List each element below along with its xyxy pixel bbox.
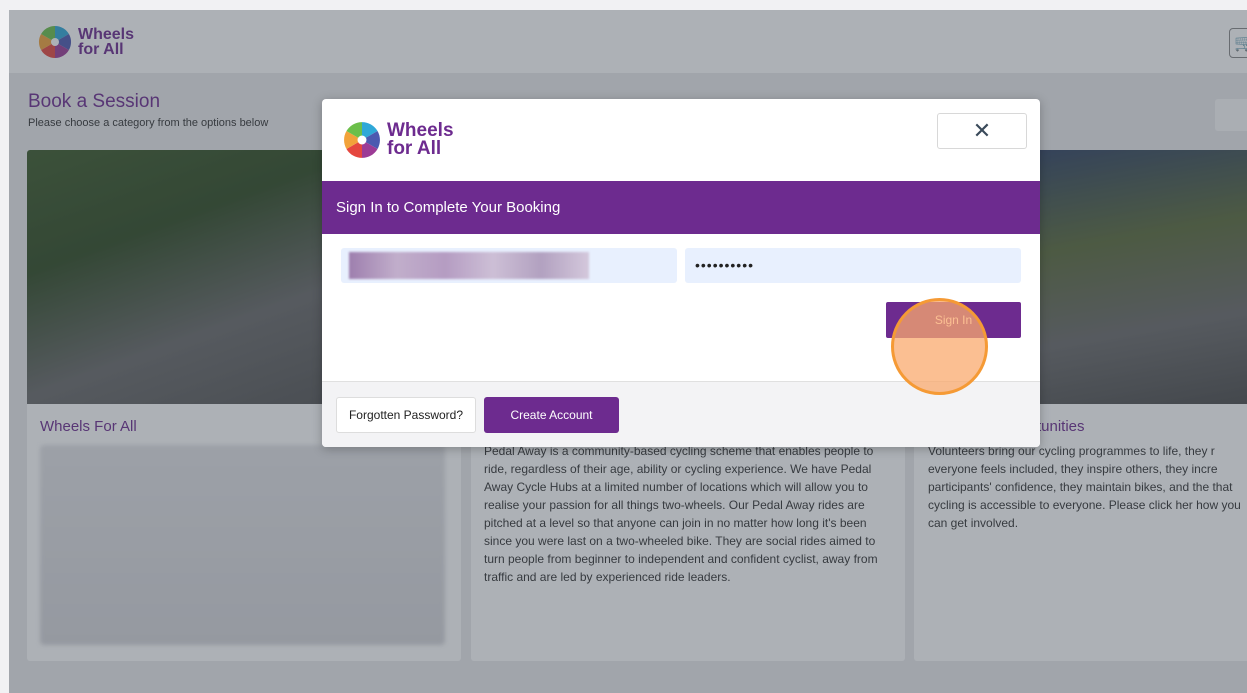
create-account-button[interactable]: Create Account: [484, 397, 619, 433]
close-button[interactable]: ✕: [937, 113, 1027, 149]
close-icon: ✕: [972, 118, 992, 143]
brand-line-2: for All: [387, 138, 442, 159]
sign-in-modal: Wheels for All ✕ Sign In to Complete You…: [322, 99, 1040, 447]
modal-header: Sign In to Complete Your Booking: [322, 181, 1040, 234]
email-field[interactable]: [341, 248, 677, 283]
password-field[interactable]: ••••••••••: [685, 248, 1021, 283]
modal-brand-logo: Wheels for All: [343, 121, 454, 159]
forgot-password-button[interactable]: Forgotten Password?: [336, 397, 476, 433]
brand-name: Wheels for All: [387, 121, 454, 159]
wheel-logo-icon: [344, 122, 380, 158]
click-indicator: [891, 298, 988, 395]
email-value-redacted: [349, 252, 589, 279]
